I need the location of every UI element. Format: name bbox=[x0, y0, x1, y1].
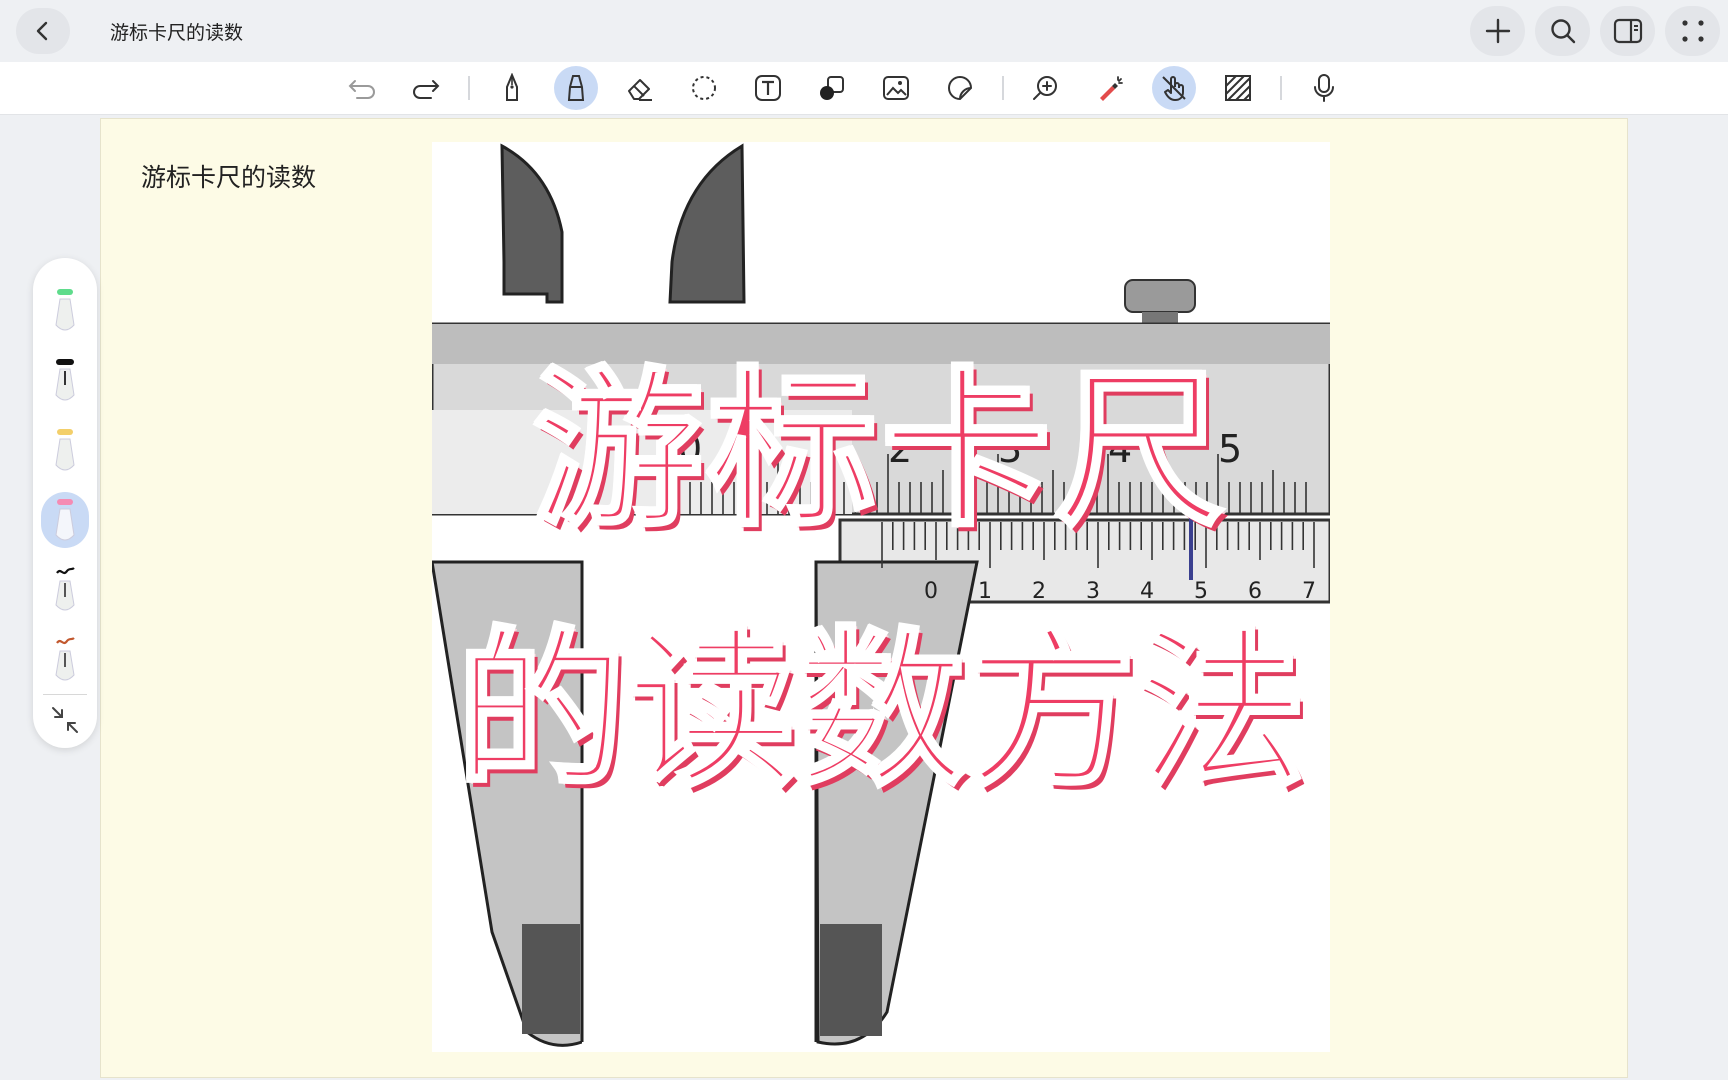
pen-panel bbox=[33, 258, 97, 748]
undo-button[interactable] bbox=[340, 66, 384, 110]
yellow-marker-icon bbox=[55, 429, 75, 471]
pen-black-brush[interactable] bbox=[41, 562, 89, 618]
pen-brown-brush[interactable] bbox=[41, 632, 89, 688]
pen-green-marker[interactable] bbox=[41, 282, 89, 338]
black-pen-icon bbox=[55, 359, 75, 401]
lasso-tool[interactable] bbox=[682, 66, 726, 110]
eraser-tool[interactable] bbox=[618, 66, 662, 110]
text-icon bbox=[755, 75, 781, 101]
upper-sliding-jaw bbox=[668, 143, 746, 304]
side-panel-button[interactable] bbox=[1600, 6, 1655, 56]
hatch-tool[interactable] bbox=[1216, 66, 1260, 110]
sticker-tool[interactable] bbox=[938, 66, 982, 110]
plus-icon bbox=[1485, 18, 1510, 44]
search-button[interactable] bbox=[1535, 6, 1590, 56]
top-bar: 游标卡尺的读数 bbox=[0, 0, 1728, 62]
overlay-title-line2: 的读数方法 bbox=[454, 610, 1308, 812]
hand-touch-icon bbox=[1162, 76, 1186, 101]
pen-black-pen[interactable] bbox=[41, 352, 89, 408]
laser-pointer-tool[interactable] bbox=[1088, 66, 1132, 110]
pink-marker-icon bbox=[55, 499, 75, 541]
chevron-left-icon bbox=[36, 21, 48, 41]
drawing-toolbar bbox=[0, 62, 1728, 115]
pen-yellow-marker[interactable] bbox=[41, 422, 89, 478]
redo-button[interactable] bbox=[404, 66, 448, 110]
voice-tool[interactable] bbox=[1302, 66, 1346, 110]
sidebar-icon bbox=[1613, 18, 1642, 44]
green-marker-icon bbox=[55, 289, 75, 331]
undo-icon bbox=[348, 80, 375, 99]
image-tool[interactable] bbox=[874, 66, 918, 110]
microphone-icon bbox=[1314, 74, 1334, 102]
zoom-tool[interactable] bbox=[1024, 66, 1068, 110]
pen-pink-marker[interactable] bbox=[41, 492, 89, 548]
pen-icon bbox=[506, 73, 518, 101]
eraser-icon bbox=[628, 79, 652, 101]
hand-touch-tool[interactable] bbox=[1152, 66, 1196, 110]
pen-panel-divider bbox=[43, 694, 87, 695]
zoom-icon bbox=[1033, 76, 1057, 100]
toolbar-divider bbox=[1002, 76, 1004, 100]
note-title-text: 游标卡尺的读数 bbox=[141, 163, 317, 192]
marker-icon bbox=[567, 75, 585, 101]
hatch-icon bbox=[1225, 75, 1251, 101]
add-button[interactable] bbox=[1470, 6, 1525, 56]
grid-dots-icon bbox=[1681, 20, 1704, 42]
more-button[interactable] bbox=[1665, 6, 1720, 56]
laser-pointer-icon bbox=[1100, 76, 1123, 101]
marker-tool[interactable] bbox=[554, 66, 598, 110]
search-icon bbox=[1550, 19, 1575, 44]
image-icon bbox=[883, 76, 909, 100]
shape-tool[interactable] bbox=[810, 66, 854, 110]
black-brush-icon bbox=[55, 567, 75, 611]
sticker-icon bbox=[948, 76, 973, 101]
toolbar-divider bbox=[468, 76, 470, 100]
caliper-image[interactable]: 0 2 3 4 5 0 1 2 3 4 5 6 7 游标卡尺 的读数方法 bbox=[432, 142, 1330, 1052]
document-title: 游标卡尺的读数 bbox=[110, 22, 244, 44]
collapse-icon bbox=[52, 707, 78, 733]
overlay-title-line1: 游标卡尺 bbox=[531, 350, 1229, 552]
pen-tool[interactable] bbox=[490, 66, 534, 110]
brown-brush-icon bbox=[55, 637, 75, 681]
upper-fixed-jaw bbox=[500, 143, 564, 304]
redo-icon bbox=[413, 80, 440, 99]
lock-screw bbox=[1124, 279, 1196, 313]
back-button[interactable] bbox=[16, 8, 70, 54]
toolbar-divider bbox=[1280, 76, 1282, 100]
shape-icon bbox=[820, 76, 844, 100]
text-tool[interactable] bbox=[746, 66, 790, 110]
lasso-icon bbox=[692, 76, 716, 100]
collapse-panel-button[interactable] bbox=[49, 704, 81, 736]
